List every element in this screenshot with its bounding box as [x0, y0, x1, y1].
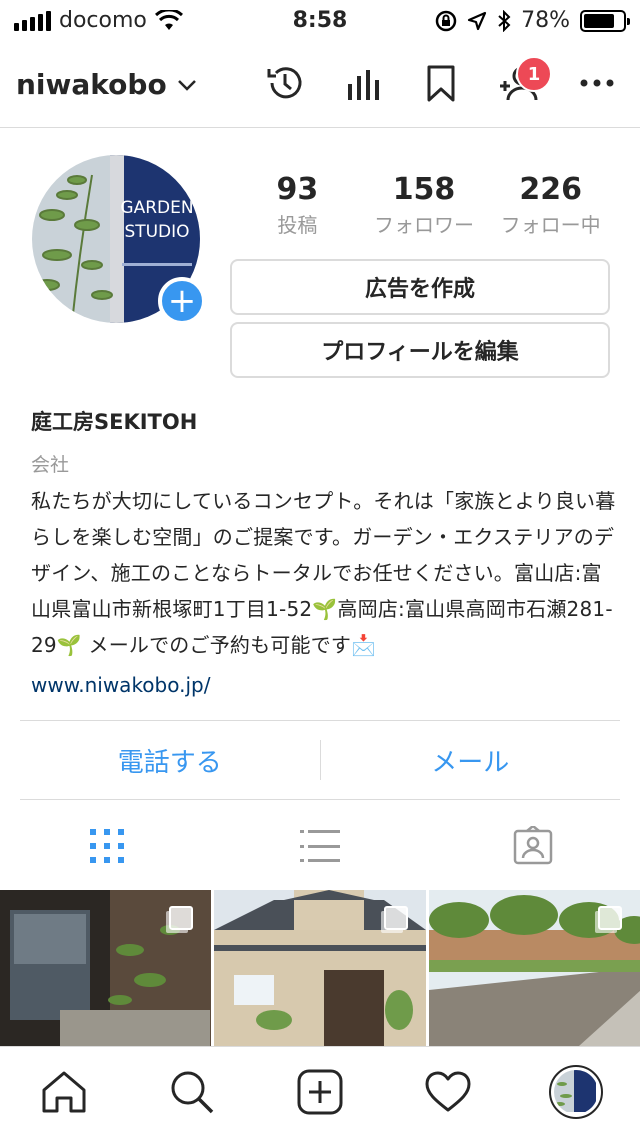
- nav-search[interactable]: [128, 1069, 256, 1115]
- bio-text: 私たちが大切にしているコンセプト。それは「家族とより良い暮らしを楽しむ空間」のご…: [31, 489, 616, 657]
- multi-photo-icon: [383, 906, 408, 930]
- status-right: 78%: [435, 8, 630, 33]
- location-icon: [467, 11, 487, 30]
- more-icon: [580, 79, 614, 87]
- multi-photo-icon: [597, 906, 622, 930]
- category-label: 会社: [31, 454, 70, 476]
- multi-photo-icon: [169, 906, 194, 930]
- username: niwakobo: [16, 68, 167, 101]
- battery-percent: 78%: [521, 8, 570, 33]
- nav-new-post[interactable]: [256, 1069, 384, 1115]
- bottom-nav: [0, 1046, 640, 1136]
- followers-label: フォロワー: [374, 213, 474, 237]
- account-switcher[interactable]: niwakobo: [16, 68, 197, 101]
- avatar-sign-line2: STUDIO: [124, 222, 189, 242]
- archive-history-button[interactable]: [264, 62, 306, 104]
- call-button[interactable]: 電話する: [20, 742, 320, 779]
- bluetooth-icon: [498, 9, 511, 32]
- post-grid: [0, 890, 640, 1046]
- chevron-down-icon: [177, 79, 196, 91]
- tab-grid[interactable]: [0, 828, 213, 864]
- orientation-lock-icon: [435, 10, 457, 31]
- mini-avatar-image: [554, 1069, 596, 1112]
- heart-icon: [425, 1071, 471, 1111]
- tab-tagged[interactable]: [427, 826, 640, 866]
- content-tabs: [0, 802, 640, 890]
- website-link[interactable]: www.niwakobo.jp/: [31, 673, 621, 697]
- add-story-button[interactable]: +: [158, 277, 206, 325]
- following-count: 226: [519, 172, 582, 207]
- profile-stats: 93 投稿 158 フォロワー 226 フォロー中: [234, 172, 614, 238]
- post-thumbnail[interactable]: [214, 890, 426, 1046]
- following-stat[interactable]: 226 フォロー中: [487, 172, 614, 238]
- email-button[interactable]: メール: [321, 742, 621, 779]
- followers-stat[interactable]: 158 フォロワー: [361, 172, 488, 238]
- discover-people-button[interactable]: 1: [498, 56, 552, 104]
- display-name: 庭工房SEKITOH: [31, 410, 198, 434]
- grid-icon: [89, 829, 124, 863]
- posts-label: 投稿: [277, 213, 318, 237]
- bookmark-icon: [427, 65, 455, 102]
- avatar-sign-line1: GARDEN: [120, 198, 193, 218]
- create-ad-button[interactable]: 広告を作成: [230, 259, 610, 315]
- tab-list[interactable]: [213, 828, 426, 864]
- saved-button[interactable]: [420, 62, 462, 104]
- notification-badge: 1: [516, 56, 552, 92]
- contact-bar: 電話する メール: [20, 720, 620, 800]
- home-icon: [42, 1071, 86, 1112]
- profile-bio: 庭工房SEKITOH 会社 私たちが大切にしているコンセプト。それは「家族とより…: [31, 406, 621, 697]
- post-thumbnail[interactable]: [0, 890, 212, 1046]
- insights-button[interactable]: [342, 62, 384, 104]
- list-icon: [299, 830, 340, 862]
- status-bar: docomo 8:58 78%: [0, 0, 640, 40]
- history-icon: [267, 67, 302, 99]
- battery-icon: [580, 9, 630, 32]
- post-thumbnail[interactable]: [428, 890, 640, 1046]
- followers-count: 158: [392, 172, 456, 207]
- nav-activity[interactable]: [384, 1071, 512, 1113]
- profile-mini-avatar: [549, 1064, 603, 1119]
- insights-icon: [348, 70, 379, 100]
- posts-stat[interactable]: 93 投稿: [234, 172, 361, 238]
- profile-header: niwakobo 1: [0, 40, 640, 128]
- more-options-button[interactable]: [576, 62, 618, 104]
- following-label: フォロー中: [500, 213, 601, 237]
- edit-profile-button[interactable]: プロフィールを編集: [230, 322, 610, 378]
- add-post-icon: [297, 1069, 343, 1114]
- tagged-icon: [514, 826, 553, 865]
- plus-icon: +: [167, 281, 197, 321]
- posts-count: 93: [276, 172, 319, 207]
- search-icon: [171, 1071, 214, 1113]
- nav-home[interactable]: [0, 1070, 128, 1114]
- nav-profile[interactable]: [512, 1064, 640, 1119]
